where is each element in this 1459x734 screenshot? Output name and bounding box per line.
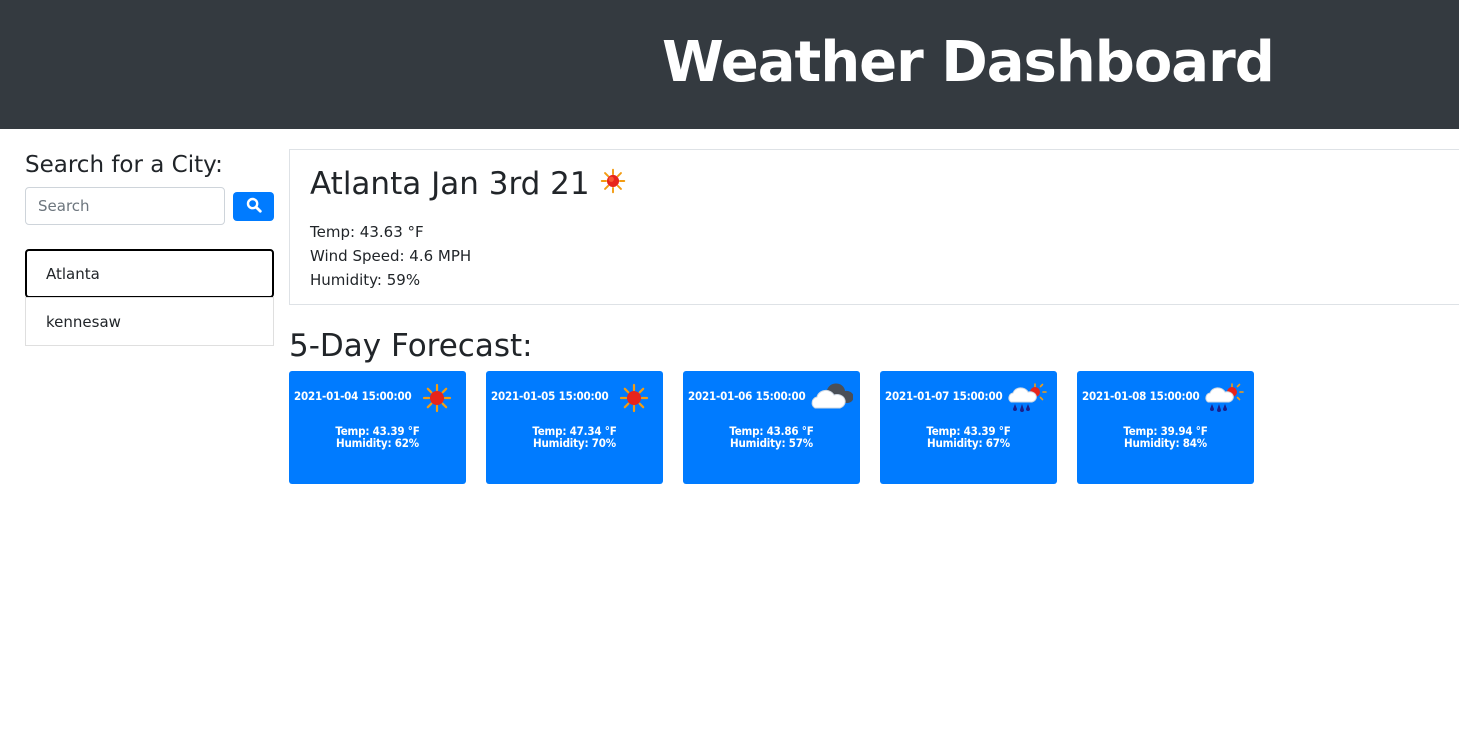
forecast-humidity: Humidity: 67% — [927, 436, 1010, 450]
forecast-card: 2021-01-05 15:00:00 Temp: 47.34 °F Humid… — [486, 371, 663, 484]
rain-sun-icon — [1007, 382, 1047, 418]
forecast-humidity: Humidity: 62% — [336, 436, 419, 450]
forecast-humidity: Humidity: 84% — [1124, 436, 1207, 450]
forecast-date: 2021-01-07 15:00:00 — [885, 389, 1003, 403]
forecast-humidity: Humidity: 57% — [730, 436, 813, 450]
sun-icon — [422, 383, 452, 417]
current-weather-card: Atlanta Jan 3rd 21 Temp: 43.63 °F Wind S… — [289, 149, 1459, 305]
search-heading: Search for a City: — [25, 152, 223, 178]
current-weather-title: Atlanta Jan 3rd 21 — [310, 164, 626, 204]
history-item-kennesaw[interactable]: kennesaw — [25, 297, 274, 346]
search-input[interactable] — [25, 187, 225, 225]
sun-icon — [600, 164, 626, 204]
page-header: Weather Dashboard — [0, 0, 1459, 129]
forecast-card: 2021-01-08 15:00:00 Temp: 39.94 °F Humid… — [1077, 371, 1254, 484]
sun-icon — [619, 383, 649, 417]
current-wind: Wind Speed: 4.6 MPH — [310, 247, 472, 265]
current-humidity: Humidity: 59% — [310, 271, 421, 289]
search-history-list: Atlanta kennesaw — [25, 249, 274, 346]
search-button[interactable] — [233, 192, 274, 221]
forecast-heading: 5-Day Forecast: — [289, 328, 533, 364]
forecast-card: 2021-01-04 15:00:00 Temp: 43.39 °F Humid… — [289, 371, 466, 484]
forecast-date: 2021-01-06 15:00:00 — [688, 389, 806, 403]
forecast-date: 2021-01-05 15:00:00 — [491, 389, 609, 403]
current-temp: Temp: 43.63 °F — [310, 223, 424, 241]
forecast-card: 2021-01-07 15:00:00 Temp: 43.39 °F Humid… — [880, 371, 1057, 484]
search-icon — [246, 197, 262, 216]
forecast-date: 2021-01-04 15:00:00 — [294, 389, 412, 403]
forecast-card: 2021-01-06 15:00:00 Temp: 43.86 °F Humid… — [683, 371, 860, 484]
page-title: Weather Dashboard — [662, 30, 1275, 95]
cloud-icon — [809, 382, 854, 416]
history-item-label: Atlanta — [46, 264, 100, 283]
forecast-humidity: Humidity: 70% — [533, 436, 616, 450]
current-city-date: Atlanta Jan 3rd 21 — [310, 166, 590, 202]
history-item-label: kennesaw — [46, 312, 121, 331]
history-item-atlanta[interactable]: Atlanta — [25, 249, 274, 298]
forecast-date: 2021-01-08 15:00:00 — [1082, 389, 1200, 403]
rain-sun-icon — [1204, 382, 1244, 418]
